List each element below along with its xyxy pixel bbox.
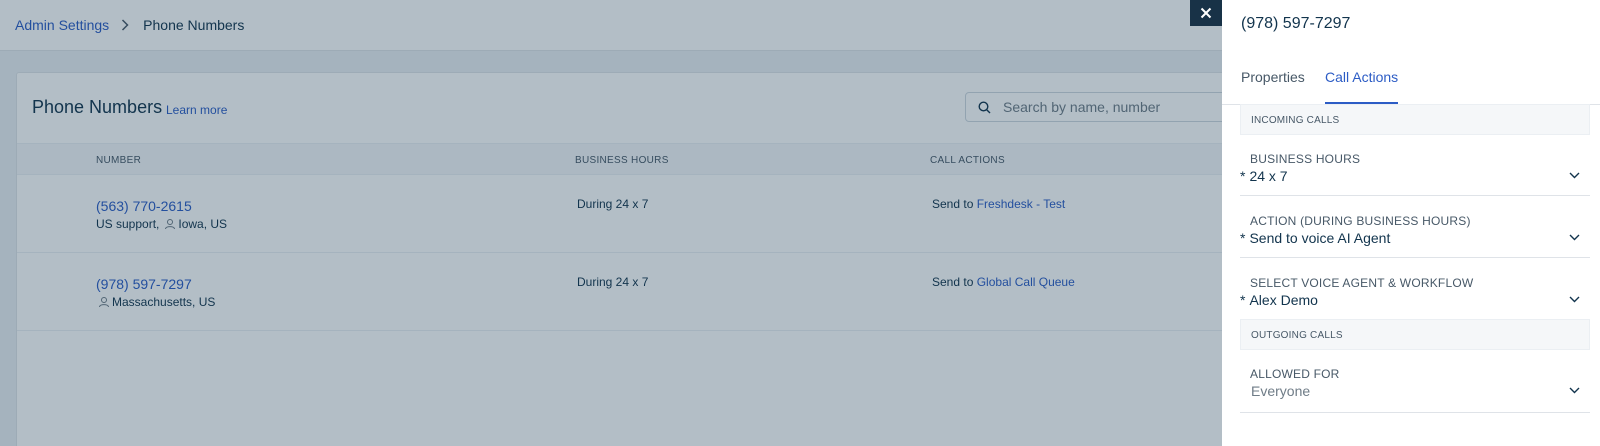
chevron-down-icon [1569, 172, 1580, 179]
field-value: * Send to voice AI Agent [1240, 230, 1390, 246]
selected-value: Alex Demo [1249, 292, 1318, 308]
required-marker: * [1240, 292, 1246, 308]
close-icon [1200, 7, 1212, 19]
business-hours-select[interactable]: BUSINESS HOURS * 24 x 7 [1240, 134, 1590, 196]
field-label: ALLOWED FOR [1250, 367, 1340, 381]
section-header-incoming-calls: INCOMING CALLS [1240, 104, 1590, 135]
drawer-title: (978) 597-7297 [1241, 15, 1351, 32]
field-label: BUSINESS HOURS [1250, 152, 1361, 166]
field-label: ACTION (DURING BUSINESS HOURS) [1250, 214, 1471, 228]
field-value: * Alex Demo [1240, 292, 1318, 308]
close-drawer-button[interactable] [1190, 0, 1222, 26]
allowed-for-placeholder: Everyone [1251, 383, 1311, 399]
required-marker: * [1240, 168, 1246, 184]
tab-call-actions[interactable]: Call Actions [1325, 69, 1399, 104]
field-value: * 24 x 7 [1240, 168, 1288, 184]
section-header-outgoing-calls: OUTGOING CALLS [1240, 319, 1590, 350]
tab-properties[interactable]: Properties [1241, 69, 1305, 104]
chevron-down-icon [1569, 234, 1580, 241]
voice-agent-workflow-select[interactable]: SELECT VOICE AGENT & WORKFLOW * Alex Demo [1240, 258, 1590, 320]
drawer-tabs: Properties Call Actions [1222, 50, 1600, 105]
number-details-drawer: (978) 597-7297 Properties Call Actions I… [1222, 0, 1600, 446]
allowed-for-select[interactable]: ALLOWED FOR Everyone [1240, 349, 1590, 413]
business-hours-action-select[interactable]: ACTION (DURING BUSINESS HOURS) * Send to … [1240, 196, 1590, 258]
required-marker: * [1240, 230, 1246, 246]
selected-value: 24 x 7 [1249, 168, 1288, 184]
selected-value: Send to voice AI Agent [1249, 230, 1391, 246]
chevron-down-icon [1569, 387, 1580, 394]
chevron-down-icon [1569, 296, 1580, 303]
field-label: SELECT VOICE AGENT & WORKFLOW [1250, 276, 1474, 290]
